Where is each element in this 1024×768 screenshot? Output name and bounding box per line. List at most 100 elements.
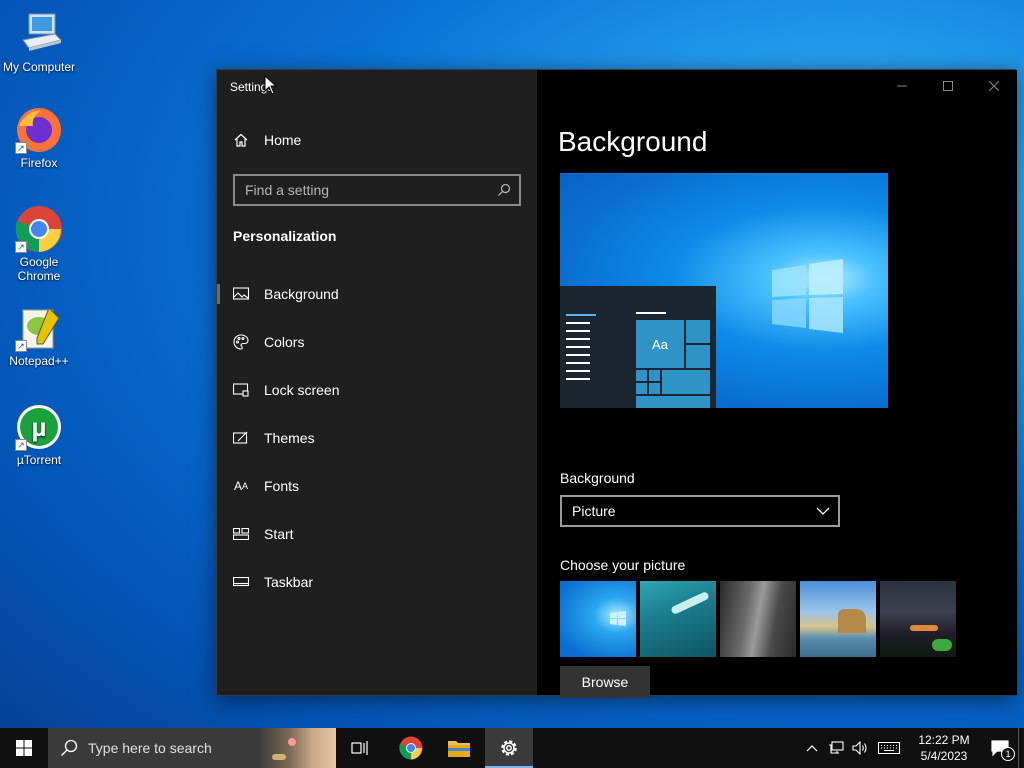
utorrent-icon: µ ↗ (15, 403, 63, 451)
palette-icon (233, 334, 249, 350)
firefox-icon: ↗ (15, 106, 63, 154)
taskbar-chrome-button[interactable] (387, 728, 435, 768)
minimize-icon (897, 85, 907, 87)
minimize-button[interactable] (879, 70, 925, 102)
taskbar-icon (233, 574, 249, 590)
chevron-down-icon (816, 507, 830, 515)
nav-item-label: Start (264, 526, 294, 542)
action-center-button[interactable]: 1 (982, 728, 1018, 768)
windows-logo-icon (610, 611, 626, 626)
svg-text:µ: µ (32, 412, 47, 442)
home-nav-item[interactable]: Home (233, 132, 301, 148)
picture-thumbnail-underwater[interactable] (640, 581, 716, 657)
personalization-nav: Background Colors Lock screen Themes A A… (217, 270, 537, 606)
taskbar-file-explorer-button[interactable] (435, 728, 483, 768)
nav-item-start[interactable]: Start (217, 510, 537, 558)
settings-sidebar: Settings Home Personalization Background (217, 70, 537, 695)
desktop-icon-label: My Computer (2, 60, 76, 74)
background-type-label: Background (560, 470, 635, 486)
dropdown-value: Picture (572, 503, 616, 519)
section-title: Personalization (233, 228, 337, 244)
maximize-button[interactable] (925, 70, 971, 102)
desktop-icon-firefox[interactable]: ↗ Firefox (0, 106, 79, 170)
nav-item-label: Taskbar (264, 574, 314, 590)
touch-keyboard-button[interactable] (872, 728, 906, 768)
shortcut-arrow-icon: ↗ (15, 241, 27, 253)
nav-item-lock-screen[interactable]: Lock screen (217, 366, 537, 414)
search-highlight-graphic (258, 728, 336, 768)
show-desktop-button[interactable] (1018, 728, 1024, 768)
nav-item-label: Themes (264, 430, 315, 446)
notification-count-badge: 1 (1001, 747, 1015, 761)
close-button[interactable] (971, 70, 1017, 102)
volume-button[interactable] (848, 728, 872, 768)
fonts-icon: AA (233, 479, 249, 493)
search-icon[interactable] (497, 183, 511, 197)
windows-start-icon (16, 740, 32, 756)
browse-button[interactable]: Browse (560, 666, 650, 698)
picture-thumbnail-night-sky[interactable] (880, 581, 956, 657)
tile-sample-text: Aa (636, 320, 684, 368)
chrome-icon (399, 736, 423, 760)
start-list-preview (566, 314, 596, 380)
background-type-dropdown[interactable]: Picture (560, 495, 840, 527)
notepadpp-icon: ↗ (15, 304, 63, 352)
shortcut-arrow-icon: ↗ (15, 439, 27, 451)
themes-icon (233, 430, 249, 446)
nav-item-fonts[interactable]: AA Fonts (217, 462, 537, 510)
desktop-icon-google-chrome[interactable]: ↗ Google Chrome (0, 205, 79, 283)
keyboard-icon (878, 742, 900, 754)
mouse-cursor-icon (264, 75, 276, 95)
task-view-button[interactable] (336, 728, 384, 768)
show-hidden-icons-button[interactable] (800, 728, 824, 768)
nav-item-label: Colors (264, 334, 305, 350)
desktop-icon-utorrent[interactable]: µ ↗ µTorrent (0, 403, 79, 467)
shortcut-arrow-icon: ↗ (15, 142, 27, 154)
page-title: Background (558, 126, 708, 157)
desktop-icon-label: Google Chrome (17, 255, 61, 283)
settings-search[interactable] (233, 174, 521, 206)
gear-icon (501, 740, 517, 756)
taskbar-search-placeholder: Type here to search (88, 740, 212, 756)
start-menu-preview: Aa (560, 286, 716, 408)
background-preview: Aa (560, 173, 888, 408)
desktop-icon-label: Firefox (20, 156, 58, 170)
desktop-icon-label: µTorrent (16, 453, 62, 467)
start-button[interactable] (0, 728, 48, 768)
taskbar-settings-button[interactable] (485, 728, 533, 768)
chevron-up-icon (806, 745, 818, 752)
desktop-icon-notepadpp[interactable]: ↗ Notepad++ (0, 304, 79, 368)
nav-item-label: Lock screen (264, 382, 340, 398)
picture-thumbnail-rock[interactable] (720, 581, 796, 657)
network-icon (829, 741, 844, 754)
clock-date: 5/4/2023 (920, 749, 968, 763)
speaker-icon (852, 741, 867, 755)
network-button[interactable] (824, 728, 848, 768)
close-icon (989, 81, 999, 91)
folder-icon (448, 741, 470, 757)
nav-item-themes[interactable]: Themes (217, 414, 537, 462)
desktop-icon-my-computer[interactable]: My Computer (0, 10, 79, 74)
desktop-icon-label: Notepad++ (9, 354, 69, 368)
taskbar-search-box[interactable]: Type here to search (48, 728, 336, 768)
nav-item-colors[interactable]: Colors (217, 318, 537, 366)
nav-item-label: Fonts (264, 478, 300, 494)
nav-item-label: Background (264, 286, 339, 302)
home-icon (234, 133, 248, 147)
start-tiles-preview: Aa (636, 312, 710, 408)
nav-item-background[interactable]: Background (217, 270, 537, 318)
lock-screen-icon (233, 382, 249, 398)
settings-search-input[interactable] (245, 182, 485, 198)
task-view-icon (351, 741, 368, 755)
computer-icon (15, 10, 63, 58)
taskbar: Type here to search 12:22 PM 5/4/2023 1 (0, 728, 1024, 768)
clock-time: 12:22 PM (918, 733, 970, 747)
picture-thumbnails (560, 581, 956, 657)
picture-thumbnail-beach[interactable] (800, 581, 876, 657)
maximize-icon (943, 81, 953, 91)
nav-item-taskbar[interactable]: Taskbar (217, 558, 537, 606)
picture-thumbnail-windows[interactable] (560, 581, 636, 657)
taskbar-clock[interactable]: 12:22 PM 5/4/2023 (912, 732, 976, 764)
choose-picture-label: Choose your picture (560, 557, 686, 573)
home-label: Home (264, 132, 302, 148)
